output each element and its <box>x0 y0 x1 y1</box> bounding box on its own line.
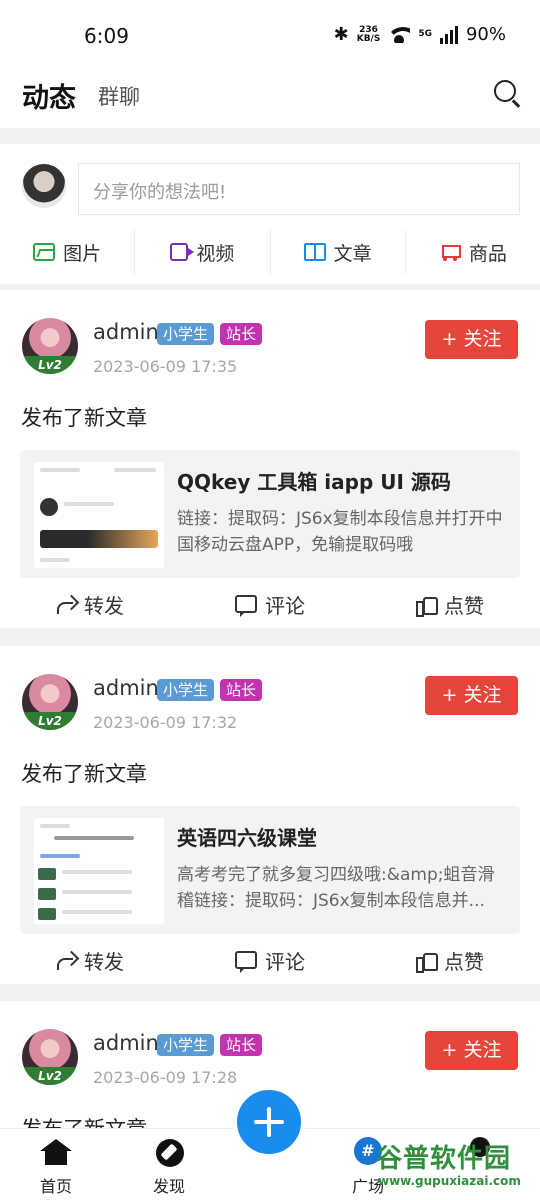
post-footer: 转发 评论 点赞 <box>0 936 540 984</box>
watermark: 谷普软件园 www.gupuxiazai.com <box>376 1144 521 1188</box>
post-product-button[interactable]: 商品 <box>406 230 540 274</box>
level-badge: Lv2 <box>22 356 78 374</box>
tab-group-chat[interactable]: 群聊 <box>98 81 140 111</box>
cart-icon <box>439 243 461 261</box>
wifi-icon <box>388 26 411 43</box>
tab-feed[interactable]: 动态 <box>22 76 76 115</box>
thumbs-up-icon <box>416 951 438 973</box>
image-icon <box>33 243 56 261</box>
share-icon <box>56 951 76 970</box>
home-icon <box>40 1139 72 1165</box>
status-time: 6:09 <box>84 24 129 48</box>
bluetooth-icon: ✱ <box>333 24 349 45</box>
post-input[interactable]: 分享你的想法吧! <box>78 163 520 215</box>
comment-icon <box>235 595 257 617</box>
follow-button[interactable]: + 关注 <box>425 1031 518 1070</box>
post-time: 2023-06-09 17:32 <box>93 713 238 732</box>
follow-button[interactable]: + 关注 <box>425 676 518 715</box>
role-badge: 站长 <box>220 1034 263 1056</box>
post-action-text: 发布了新文章 <box>21 1113 147 1128</box>
follow-button[interactable]: + 关注 <box>425 320 518 359</box>
signal-icon <box>439 25 458 44</box>
avatar[interactable]: Lv2 <box>22 318 78 374</box>
compass-icon <box>156 1139 184 1167</box>
author-name[interactable]: admin <box>93 676 159 700</box>
avatar[interactable]: Lv2 <box>22 674 78 730</box>
composer: 分享你的想法吧! 图片 视频 文章 商品 <box>0 144 540 284</box>
author-name[interactable]: admin <box>93 1031 159 1055</box>
article-excerpt: 高考考完了就多复习四级哦:&amp;蛆音滑稽链接：提取码：JS6x复制本段信息并… <box>177 865 495 911</box>
feed-post[interactable]: Lv2 admin 小学生 站长 2023-06-09 17:35 + 关注 发… <box>0 290 540 628</box>
thumbs-up-icon <box>416 595 438 617</box>
comment-icon <box>235 951 257 973</box>
level-badge: Lv2 <box>22 1067 78 1085</box>
nav-home[interactable]: 首页 <box>16 1129 96 1200</box>
feed-post[interactable]: Lv2 admin 小学生 站长 2023-06-09 17:32 + 关注 发… <box>0 646 540 984</box>
nav-discover[interactable]: 发现 <box>129 1129 209 1200</box>
share-icon <box>56 595 76 614</box>
like-button[interactable]: 点赞 <box>360 580 540 628</box>
article-card[interactable]: QQkey 工具箱 iapp UI 源码 链接：提取码：JS6x复制本段信息并打… <box>20 450 520 578</box>
share-button[interactable]: 转发 <box>0 936 180 984</box>
app-header: 动态 群聊 <box>0 72 540 128</box>
role-badge: 小学生 <box>157 1034 215 1056</box>
status-bar: 6:09 ✱ 236 KB/S 5G 90% <box>0 0 540 72</box>
signal-type: 5G <box>418 29 432 39</box>
role-badge: 站长 <box>220 679 263 701</box>
article-icon <box>303 243 326 261</box>
post-time: 2023-06-09 17:35 <box>93 357 238 376</box>
role-badge: 小学生 <box>157 323 215 345</box>
level-badge: Lv2 <box>22 712 78 730</box>
post-time: 2023-06-09 17:28 <box>93 1068 238 1087</box>
post-action-text: 发布了新文章 <box>21 406 147 430</box>
post-video-button[interactable]: 视频 <box>135 230 271 274</box>
search-icon[interactable] <box>494 80 521 108</box>
create-post-button[interactable] <box>233 1086 305 1158</box>
comment-button[interactable]: 评论 <box>180 936 360 984</box>
post-image-button[interactable]: 图片 <box>0 230 136 274</box>
author-name[interactable]: admin <box>93 320 159 344</box>
role-badge: 站长 <box>220 323 263 345</box>
battery-level: 90% <box>465 24 506 45</box>
comment-button[interactable]: 评论 <box>180 580 360 628</box>
like-button[interactable]: 点赞 <box>360 936 540 984</box>
role-badge: 小学生 <box>157 679 215 701</box>
avatar[interactable] <box>22 164 66 208</box>
post-footer: 转发 评论 点赞 <box>0 580 540 628</box>
composer-actions: 图片 视频 文章 商品 <box>0 230 540 274</box>
status-icons: ✱ 236 KB/S 5G 90% <box>334 24 506 45</box>
network-speed: 236 KB/S <box>356 24 381 44</box>
share-button[interactable]: 转发 <box>0 580 180 628</box>
post-article-button[interactable]: 文章 <box>271 230 406 274</box>
article-title: 英语四六级课堂 <box>177 826 317 850</box>
article-excerpt: 链接：提取码：JS6x复制本段信息并打开中国移动云盘APP，免输提取码哦 <box>177 509 503 555</box>
article-thumbnail <box>34 462 164 568</box>
article-card[interactable]: 英语四六级课堂 高考考完了就多复习四级哦:&amp;蛆音滑稽链接：提取码：JS6… <box>20 806 520 934</box>
video-icon <box>170 243 195 261</box>
article-title: QQkey 工具箱 iapp UI 源码 <box>177 470 451 494</box>
avatar[interactable]: Lv2 <box>22 1029 78 1085</box>
post-action-text: 发布了新文章 <box>21 762 147 786</box>
article-thumbnail <box>34 818 164 924</box>
